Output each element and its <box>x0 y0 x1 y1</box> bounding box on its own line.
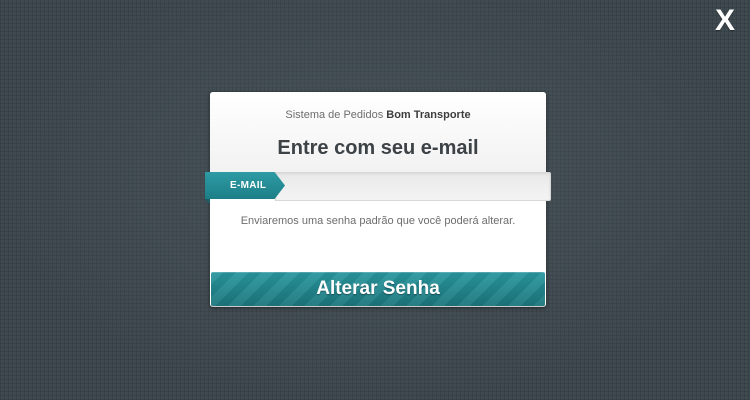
close-icon: X <box>714 4 735 37</box>
login-card: Sistema de Pedidos Bom Transporte Entre … <box>205 92 551 307</box>
email-field-row: E-MAIL <box>205 172 551 204</box>
system-subtitle: Sistema de Pedidos Bom Transporte <box>210 109 546 121</box>
email-field[interactable] <box>275 172 551 201</box>
email-label-tag: E-MAIL <box>205 172 285 199</box>
subtitle-brand: Bom Transporte <box>386 109 471 121</box>
page-title: Entre com seu e-mail <box>277 137 479 159</box>
label-tag-fold <box>205 199 210 204</box>
card-header: Sistema de Pedidos Bom Transporte Entre … <box>210 92 546 172</box>
change-password-button[interactable]: Alterar Senha <box>211 272 545 306</box>
subtitle-prefix: Sistema de Pedidos <box>285 109 384 121</box>
close-button[interactable]: X <box>710 4 740 38</box>
helper-text: Enviaremos uma senha padrão que você pod… <box>240 215 516 227</box>
